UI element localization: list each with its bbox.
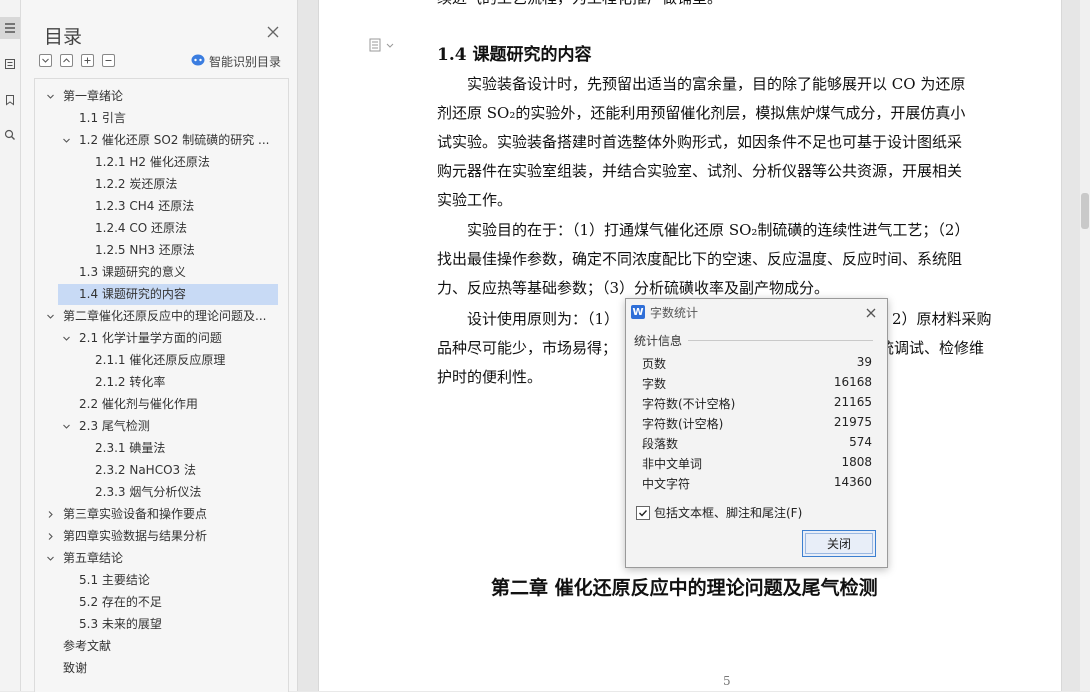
- smart-toc-label: 智能识别目录: [209, 55, 282, 69]
- doc-line-9: 设计使用原则为：（1）: [467, 310, 620, 328]
- toc-item[interactable]: 5.2 存在的不足: [79, 592, 162, 613]
- toc-item[interactable]: 1.2.3 CH4 还原法: [95, 196, 194, 217]
- stat-value: 21165: [833, 395, 872, 409]
- chevron-right-icon[interactable]: [45, 526, 55, 547]
- doc-top-fragment: 续进气的工艺流程，为工程化推广做铺垫。: [437, 0, 722, 8]
- toc-item[interactable]: 2.1 化学计量学方面的问题: [79, 328, 222, 349]
- doc-line-7: 找出最佳操作参数，确定不同浓度配比下的空速、反应温度、反应时间、系统阻: [437, 250, 963, 268]
- doc-line-9-right: 2）原材料采购: [892, 310, 992, 328]
- stat-value: 1808: [841, 455, 872, 469]
- dialog-close-icon[interactable]: [864, 305, 878, 319]
- close-button-label: 关闭: [826, 537, 851, 551]
- toc-item[interactable]: 2.3.1 碘量法: [95, 438, 165, 459]
- wps-logo-icon: W: [631, 305, 645, 319]
- toc-panel: 目录 智能识别目录 第一章绪论 1.1 引言 1.2 催化还原 SO2 制硫磺的研究…: [21, 0, 298, 692]
- chevron-down-icon[interactable]: [45, 306, 55, 327]
- toc-item[interactable]: 2.1.1 催化还原反应原理: [95, 350, 225, 371]
- stat-label: 段落数: [642, 437, 679, 451]
- stat-label: 字符数(不计空格): [642, 397, 736, 411]
- group-divider: [688, 340, 873, 341]
- left-toolbar: [0, 0, 21, 691]
- stat-label: 字符数(计空格): [642, 417, 724, 431]
- bookmark-icon[interactable]: [0, 89, 20, 111]
- smart-toc-icon: [191, 54, 205, 69]
- include-notes-checkbox[interactable]: [636, 506, 650, 520]
- remove-heading-icon[interactable]: [102, 54, 115, 67]
- toc-item[interactable]: 1.2.1 H2 催化还原法: [95, 152, 210, 173]
- chevron-down-icon[interactable]: [45, 548, 55, 569]
- dialog-title: 字数统计: [650, 306, 699, 320]
- toc-item[interactable]: 2.3.2 NaHCO3 法: [95, 460, 196, 481]
- doc-line-3: 试实验。实验装备搭建时首选整体外购形式，如因条件不足也可基于设计图纸采: [437, 133, 963, 151]
- stat-value: 574: [849, 435, 872, 449]
- scrollbar-thumb[interactable]: [1081, 193, 1089, 229]
- stat-value: 16168: [833, 375, 872, 389]
- toc-item[interactable]: 2.3.3 烟气分析仪法: [95, 482, 201, 503]
- collapse-all-icon[interactable]: [39, 54, 52, 67]
- doc-line-6: 实验目的在于：（1）打通煤气催化还原 SO₂制硫磺的连续性进气工艺；（2）: [467, 221, 970, 239]
- doc-line-8: 力、反应热等基础参数；（3）分析硫磺收率及副产物成分。: [437, 279, 830, 297]
- expand-all-icon[interactable]: [60, 54, 73, 67]
- toc-close-icon[interactable]: [265, 24, 281, 40]
- chevron-down-icon[interactable]: [61, 328, 71, 349]
- toc-item[interactable]: 1.4 课题研究的内容: [79, 284, 186, 305]
- doc-line-5: 实验工作。: [437, 191, 513, 209]
- toc-tree: 第一章绪论 1.1 引言 1.2 催化还原 SO2 制硫磺的研究 ... 1.2.1 …: [34, 78, 289, 692]
- page-number: 5: [723, 674, 731, 688]
- stat-value: 21975: [833, 415, 872, 429]
- doc-line-2: 剂还原 SO₂的实验外，还能利用预留催化剂层，模拟焦炉煤气成分，开展仿真小: [437, 104, 966, 122]
- toc-tools: [39, 54, 115, 67]
- section-heading: 1.4 课题研究的内容: [437, 45, 592, 65]
- chevron-down-icon[interactable]: [61, 416, 71, 437]
- chapter-heading: 第二章 催化还原反应中的理论问题及尾气检测: [491, 577, 878, 599]
- stat-label: 字数: [642, 377, 667, 391]
- toc-title: 目录: [44, 26, 83, 48]
- toc-item[interactable]: 1.3 课题研究的意义: [79, 262, 186, 283]
- stat-label: 中文字符: [642, 477, 691, 491]
- toc-item[interactable]: 1.2 催化还原 SO2 制硫磺的研究 ...: [79, 130, 269, 151]
- stat-value: 39: [856, 355, 872, 369]
- toc-item[interactable]: 第二章催化还原反应中的理论问题及...: [63, 306, 266, 327]
- toc-item[interactable]: 2.3 尾气检测: [79, 416, 150, 437]
- chevron-down-icon[interactable]: [61, 130, 71, 151]
- toc-item[interactable]: 1.2.2 炭还原法: [95, 174, 177, 195]
- vertical-scrollbar[interactable]: [1080, 0, 1090, 691]
- toc-item[interactable]: 参考文献: [63, 636, 111, 657]
- doc-line-10: 品种尽可能少，市场易得；: [437, 339, 618, 357]
- add-heading-icon[interactable]: [81, 54, 94, 67]
- toc-item[interactable]: 5.3 未来的展望: [79, 614, 162, 635]
- chevron-down-icon[interactable]: [45, 86, 55, 107]
- close-button[interactable]: 关闭: [802, 530, 876, 557]
- stat-label: 非中文单词: [642, 457, 703, 471]
- toc-view-icon[interactable]: [0, 17, 20, 39]
- include-notes-label[interactable]: 包括文本框、脚注和尾注(F): [654, 504, 802, 521]
- doc-line-1: 实验装备设计时，先预留出适当的富余量，目的除了能够展开以 CO 为还原: [467, 75, 966, 93]
- chapter-nav-icon[interactable]: [0, 53, 20, 75]
- toc-item[interactable]: 1.1 引言: [79, 108, 126, 129]
- toc-item[interactable]: 致谢: [63, 658, 87, 679]
- toc-item[interactable]: 第一章绪论: [63, 86, 123, 107]
- toc-item[interactable]: 2.2 催化剂与催化作用: [79, 394, 198, 415]
- doc-line-10-right: 统调试、检修维: [879, 339, 985, 357]
- toc-item[interactable]: 第四章实验数据与结果分析: [63, 526, 207, 547]
- smart-toc-button[interactable]: 智能识别目录: [191, 53, 281, 70]
- word-count-dialog: W 字数统计 统计信息 页数 39 字数 16168 字符数(不计空格) 21165 字符数…: [625, 298, 888, 568]
- find-icon[interactable]: [0, 124, 20, 146]
- toc-item[interactable]: 第三章实验设备和操作要点: [63, 504, 207, 525]
- chevron-right-icon[interactable]: [45, 504, 55, 525]
- stat-label: 页数: [642, 357, 667, 371]
- toc-item[interactable]: 第五章结论: [63, 548, 123, 569]
- stat-value: 14360: [833, 475, 872, 489]
- stats-group-label: 统计信息: [634, 334, 683, 348]
- toc-item[interactable]: 5.1 主要结论: [79, 570, 150, 591]
- doc-paragraph-icon[interactable]: [369, 37, 395, 56]
- doc-line-11: 护时的便利性。: [437, 368, 543, 386]
- toc-item[interactable]: 2.1.2 转化率: [95, 372, 165, 393]
- toc-item[interactable]: 1.2.4 CO 还原法: [95, 218, 187, 239]
- doc-line-4: 购元器件在实验室组装，并结合实验室、试剂、分析仪器等公共资源，开展相关: [437, 162, 963, 180]
- toc-item[interactable]: 1.2.5 NH3 还原法: [95, 240, 195, 261]
